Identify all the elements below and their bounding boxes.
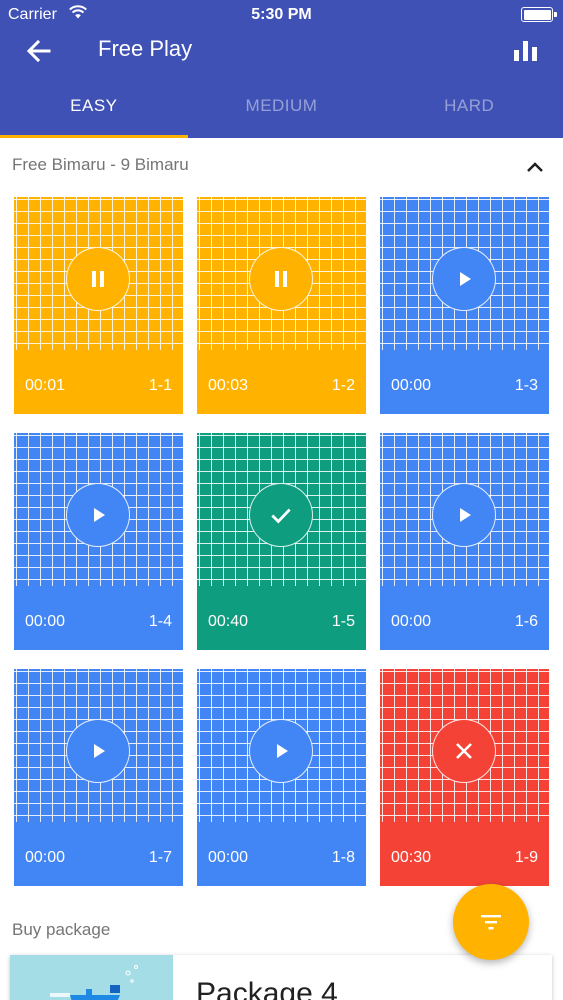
puzzle-level: 1-5 [331, 613, 355, 630]
puzzle-level: 1-1 [148, 377, 172, 394]
page-title: Free Play [98, 36, 193, 61]
tab-hard[interactable]: HARD [375, 80, 563, 138]
puzzle-level: 1-2 [331, 377, 355, 394]
difficulty-tabs: EASY MEDIUM HARD [0, 80, 563, 138]
card-footer: 00:30 1-9 [380, 822, 549, 886]
pause-icon [92, 271, 104, 287]
puzzle-time: 00:00 [25, 613, 66, 630]
puzzle-card[interactable]: 00:00 1-6 [380, 433, 549, 650]
tab-medium[interactable]: MEDIUM [188, 80, 376, 138]
play-icon [460, 272, 471, 286]
card-footer: 00:00 1-8 [197, 822, 366, 886]
puzzle-card[interactable]: 00:03 1-2 [197, 197, 366, 414]
puzzle-time: 00:00 [208, 849, 249, 866]
play-button[interactable] [432, 247, 496, 311]
package-thumbnail [10, 955, 173, 1000]
puzzle-level: 1-9 [514, 849, 538, 866]
card-footer: 00:00 1-3 [380, 350, 549, 414]
puzzle-card[interactable]: 00:30 1-9 [380, 669, 549, 886]
play-icon [277, 744, 288, 758]
package-name: Package 4 [196, 977, 338, 1000]
card-footer: 00:40 1-5 [197, 586, 366, 650]
puzzle-level: 1-3 [514, 377, 538, 394]
puzzle-card[interactable]: 00:40 1-5 [197, 433, 366, 650]
play-button[interactable] [66, 719, 130, 783]
chevron-up-icon[interactable] [522, 156, 548, 178]
tab-indicator [0, 135, 188, 138]
puzzle-time: 00:30 [391, 849, 432, 866]
section-header[interactable]: Free Bimaru - 9 Bimaru [0, 146, 563, 186]
tab-easy[interactable]: EASY [0, 80, 188, 138]
puzzle-level: 1-8 [331, 849, 355, 866]
battery-icon [521, 7, 557, 22]
app-bar: Carrier 5:30 PM Free Play EASY MEDIUM HA… [0, 0, 563, 138]
ship-illustration-icon [50, 965, 138, 1000]
card-footer: 00:00 1-6 [380, 586, 549, 650]
puzzle-time: 00:03 [208, 377, 249, 394]
play-button[interactable] [249, 719, 313, 783]
status-bar: Carrier 5:30 PM [0, 0, 563, 30]
play-icon [460, 508, 471, 522]
play-button[interactable] [432, 483, 496, 547]
card-footer: 00:03 1-2 [197, 350, 366, 414]
puzzle-level: 1-4 [148, 613, 172, 630]
status-time: 5:30 PM [251, 6, 312, 23]
buy-package-heading: Buy package [12, 920, 111, 939]
puzzle-card[interactable]: 00:00 1-3 [380, 197, 549, 414]
package-card[interactable]: Package 4 [10, 955, 552, 1000]
card-footer: 00:01 1-1 [14, 350, 183, 414]
solved-button[interactable] [249, 483, 313, 547]
card-footer: 00:00 1-7 [14, 822, 183, 886]
puzzle-time: 00:01 [25, 377, 66, 394]
filter-button[interactable] [453, 884, 529, 960]
puzzle-card[interactable]: 00:00 1-8 [197, 669, 366, 886]
puzzle-card[interactable]: 00:00 1-4 [14, 433, 183, 650]
card-footer: 00:00 1-4 [14, 586, 183, 650]
play-icon [94, 508, 105, 522]
bar-chart-icon[interactable] [511, 36, 541, 66]
failed-button[interactable] [432, 719, 496, 783]
puzzle-card[interactable]: 00:01 1-1 [14, 197, 183, 414]
puzzle-level: 1-6 [514, 613, 538, 630]
play-button[interactable] [66, 483, 130, 547]
close-icon [456, 743, 472, 759]
pause-button[interactable] [66, 247, 130, 311]
pause-button[interactable] [249, 247, 313, 311]
section-title: Free Bimaru - 9 Bimaru [12, 155, 189, 174]
filter-icon [481, 915, 501, 930]
pause-icon [275, 271, 287, 287]
back-arrow-icon[interactable] [24, 36, 54, 66]
puzzle-time: 00:00 [391, 377, 432, 394]
puzzle-time: 00:00 [25, 849, 66, 866]
check-icon [271, 508, 291, 524]
puzzle-card[interactable]: 00:00 1-7 [14, 669, 183, 886]
play-icon [94, 744, 105, 758]
puzzle-time: 00:40 [208, 613, 249, 630]
puzzle-level: 1-7 [148, 849, 172, 866]
puzzle-time: 00:00 [391, 613, 432, 630]
